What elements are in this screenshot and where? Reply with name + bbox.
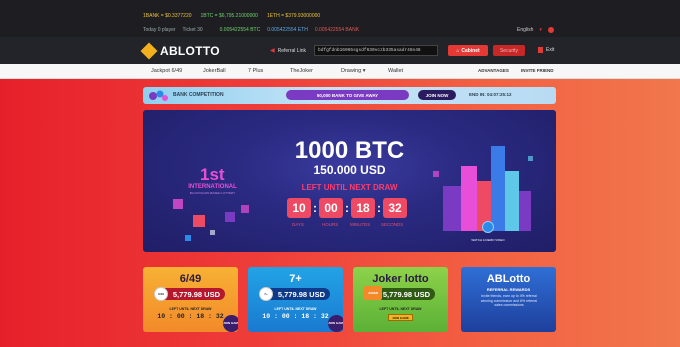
label-seconds: SECONDS	[381, 222, 404, 227]
timer-minutes: 18	[351, 198, 375, 218]
nav-7plus[interactable]: 7 Plus	[248, 68, 263, 74]
coins-icon	[149, 90, 168, 101]
banner-giveaway: 50,000 BANK TO GIVE AWAY	[286, 90, 409, 100]
referral-link: ◀ Referral Link	[270, 47, 306, 55]
timer-colon: :	[313, 201, 317, 215]
security-label: Security	[499, 47, 519, 54]
logo[interactable]: ABLOTTO	[140, 42, 220, 60]
home-icon: ⌂	[456, 47, 460, 54]
cabinet-label: Cabinet	[461, 47, 480, 54]
referral-link-field[interactable]: bdfgfdnb16065sgsdf630vczb335asadr46n46	[314, 45, 438, 56]
card-left-label: LEFT UNTIL NEXT DRAW	[274, 307, 317, 311]
label-days: DAYS	[292, 222, 304, 227]
exit-icon	[538, 47, 543, 53]
account-stats: Today 0 player Ticket 30 0.005422554 BTC…	[143, 27, 359, 33]
nav-advantages[interactable]: ADVANTAGES	[478, 68, 509, 73]
card-7plus[interactable]: 7+ 5,779.98 USD 7+ LEFT UNTIL NEXT DRAW …	[248, 267, 343, 332]
nav-jokerball[interactable]: JokerBall	[203, 68, 226, 74]
card-649[interactable]: 6/49 5,779.98 USD 6/49 LEFT UNTIL NEXT D…	[143, 267, 238, 332]
rate-eth: 1ETH = $379.93000000	[266, 13, 321, 19]
share-icon: ◀	[270, 48, 275, 54]
hero-jackpot: 1st INTERNATIONAL BLOCKCHAIN-BASED LOTTE…	[143, 110, 556, 252]
nav-wallet[interactable]: Wallet	[388, 68, 403, 74]
balance-btc: 0.005422554 BTC	[219, 27, 261, 33]
balance-eth: 0.005422554 ETH	[267, 27, 308, 33]
lottery-ball-icon: 6/49	[154, 287, 168, 301]
ticket-count: Ticket 30	[182, 27, 203, 33]
logo-text: ABLOTTO	[160, 44, 220, 58]
banner-title: BANK COMPETITION	[173, 92, 224, 98]
nav-jackpot[interactable]: Jackpot 6/49	[151, 68, 182, 74]
card-subtitle: REFERRAL REWARDS	[486, 287, 531, 292]
card-title: 6/49	[179, 273, 202, 285]
timer-seconds: 32	[383, 198, 407, 218]
card-title: ABLotto	[486, 273, 531, 285]
chevron-down-icon: ▾	[539, 27, 542, 33]
label-minutes: MINUTES	[350, 222, 371, 227]
label-hours: HOURS	[322, 222, 339, 227]
rate-bank: 1BANK = $0.3377220	[143, 13, 192, 19]
exit-label: Exit	[546, 47, 555, 53]
join-now-button[interactable]: JOIN NOW	[418, 90, 456, 100]
lottery-ball-icon: 7+	[259, 287, 273, 301]
bank-competition-banner[interactable]: BANK COMPETITION 50,000 BANK TO GIVE AWA…	[143, 87, 556, 104]
exit-button[interactable]: Exit	[538, 47, 554, 53]
nav-thejoker[interactable]: TheJoker	[290, 68, 313, 74]
countdown-timer: 10 : 00 : 18 : 32	[287, 198, 407, 218]
today-players: Today 0 player	[143, 27, 176, 33]
chevron-down-icon: ▾	[362, 68, 366, 74]
play-video-button[interactable]	[482, 221, 494, 233]
card-title: 7+	[289, 273, 302, 285]
banner-countdown: END IN: 04:07:25:12	[469, 92, 512, 97]
joker-icon: JOKER	[364, 286, 382, 300]
language-selector[interactable]: English ▾	[517, 27, 554, 33]
nav-invite-friend[interactable]: INVITE FRIEND	[521, 68, 554, 73]
card-joker-lotto[interactable]: Joker lotto 5,779.98 USD JOKER LEFT UNTI…	[353, 267, 448, 332]
card-title: Joker lotto	[372, 273, 429, 285]
nav-drawing[interactable]: Drawing ▾	[341, 68, 365, 74]
language-label: English	[517, 27, 534, 33]
main-header: ABLOTTO ◀ Referral Link bdfgfdnb16065sgs…	[0, 37, 680, 64]
join-game-button[interactable]: JOIN GAME	[388, 314, 413, 321]
cabinet-button[interactable]: ⌂ Cabinet	[448, 45, 488, 56]
security-button[interactable]: Security	[493, 45, 525, 56]
notification-icon[interactable]	[547, 27, 554, 33]
join-game-button[interactable]: JOIN GAME	[223, 315, 238, 332]
rate-btc: 1BTC = $6,795.21000000	[200, 13, 258, 19]
timer-colon: :	[377, 201, 381, 215]
card-ablotto-referral[interactable]: ABLotto REFERRAL REWARDS Invite friends,…	[461, 267, 556, 332]
timer-days: 10	[287, 198, 311, 218]
card-description: Invite friends, earn up to 4% referral w…	[480, 294, 538, 308]
card-left-label: LEFT UNTIL NEXT DRAW	[379, 307, 422, 311]
balance-bank: 0.005422554 BANK	[314, 27, 360, 33]
main-nav: Jackpot 6/49 JokerBall 7 Plus TheJoker D…	[0, 64, 680, 79]
exchange-rates: 1BANK = $0.3377220 1BTC = $6,795.2100000…	[143, 13, 320, 19]
timer-colon: :	[345, 201, 349, 215]
logo-icon	[140, 42, 158, 60]
card-left-label: LEFT UNTIL NEXT DRAW	[169, 307, 212, 311]
top-bar: 1BANK = $0.3377220 1BTC = $6,795.2100000…	[0, 0, 680, 37]
main-content: BANK COMPETITION 50,000 BANK TO GIVE AWA…	[0, 79, 680, 347]
timer-hours: 00	[319, 198, 343, 218]
watch-demo-label[interactable]: WATCH A DEMO VIDEO	[463, 238, 513, 242]
referral-label: Referral Link	[277, 47, 306, 54]
join-game-button[interactable]: JOIN GAME	[328, 315, 343, 332]
nav-drawing-label: Drawing	[341, 68, 362, 74]
lottery-cards: 6/49 5,779.98 USD 6/49 LEFT UNTIL NEXT D…	[143, 267, 556, 332]
